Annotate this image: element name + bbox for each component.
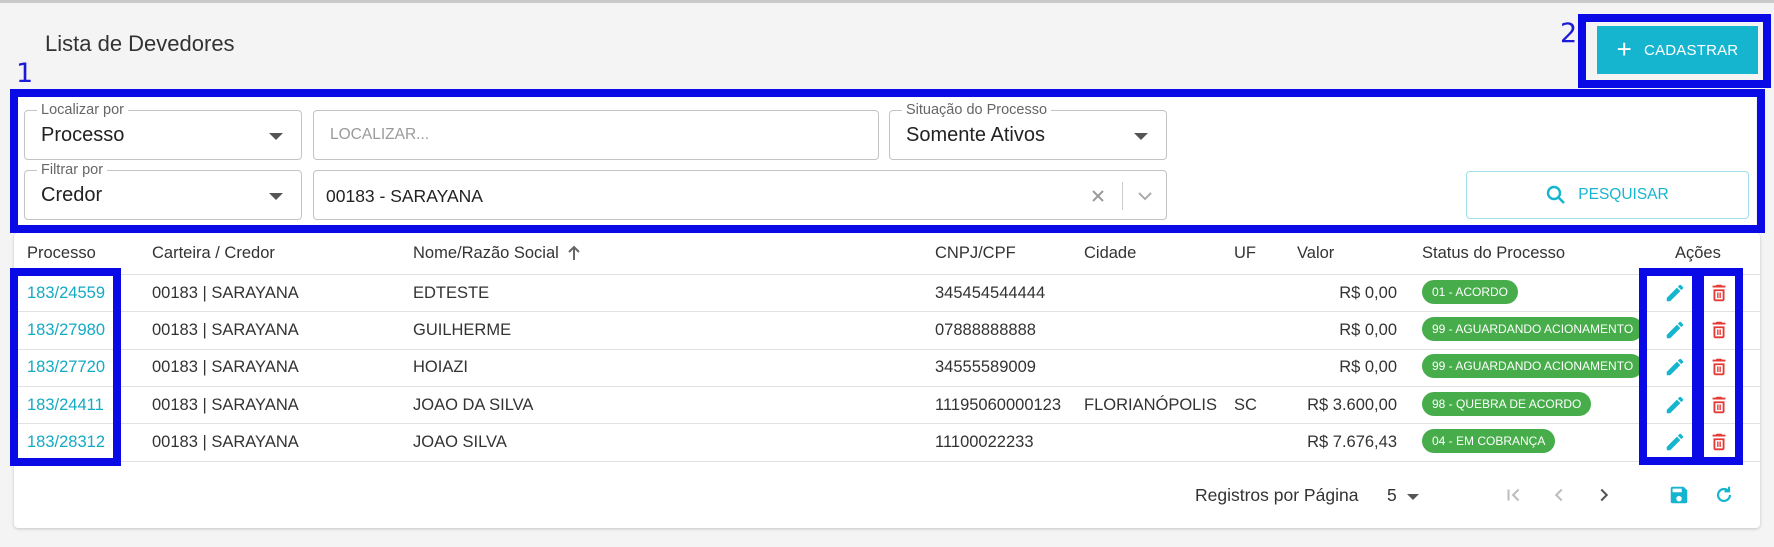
header-nome[interactable]: Nome/Razão Social xyxy=(413,244,559,263)
header-processo[interactable]: Processo xyxy=(27,244,96,263)
rows-per-page-value: 5 xyxy=(1387,485,1397,505)
row-divider xyxy=(14,461,1760,462)
valor-cell: R$ 7.676,43 xyxy=(1307,433,1397,451)
nome-cell: JOAO SILVA xyxy=(413,433,507,451)
cnpj-cell: 34555589009 xyxy=(935,358,1036,376)
debtors-table xyxy=(14,233,1760,528)
status-badge: 04 - EM COBRANÇA xyxy=(1422,429,1556,453)
nome-cell: JOAO DA SILVA xyxy=(413,396,534,414)
carteira-cell: 00183 | SARAYANA xyxy=(152,284,299,302)
header-uf[interactable]: UF xyxy=(1234,244,1256,263)
annotation-box-1 xyxy=(10,89,1765,233)
nome-cell: HOIAZI xyxy=(413,358,469,376)
chevron-down-icon xyxy=(1407,494,1419,500)
header-status[interactable]: Status do Processo xyxy=(1422,244,1565,263)
nome-cell: EDTESTE xyxy=(413,284,490,302)
annotation-label-1: 1 xyxy=(16,58,34,89)
sort-arrow-up-icon[interactable] xyxy=(566,244,582,262)
valor-cell: R$ 3.600,00 xyxy=(1307,396,1397,414)
header-cnpj[interactable]: CNPJ/CPF xyxy=(935,244,1016,263)
row-divider xyxy=(14,423,1760,424)
top-divider xyxy=(0,0,1774,3)
nome-cell: GUILHERME xyxy=(413,321,512,339)
refresh-icon[interactable] xyxy=(1713,484,1735,506)
header-cidade[interactable]: Cidade xyxy=(1084,244,1136,263)
annotation-label-2: 2 xyxy=(1560,18,1578,49)
annotation-box-4 xyxy=(1696,268,1743,465)
annotation-box-5 xyxy=(10,268,121,466)
cnpj-cell: 07888888888 xyxy=(935,321,1036,339)
cidade-cell: FLORIANÓPOLIS xyxy=(1084,396,1217,414)
status-badge: 99 - AGUARDANDO ACIONAMENTO xyxy=(1422,317,1644,341)
cnpj-cell: 345454544444 xyxy=(935,284,1046,302)
status-badge: 99 - AGUARDANDO ACIONAMENTO xyxy=(1422,354,1644,378)
valor-cell: R$ 0,00 xyxy=(1339,358,1397,376)
rows-per-page-label: Registros por Página xyxy=(1195,485,1359,505)
carteira-cell: 00183 | SARAYANA xyxy=(152,321,299,339)
status-badge: 98 - QUEBRA DE ACORDO xyxy=(1422,392,1592,416)
uf-cell: SC xyxy=(1234,396,1257,414)
carteira-cell: 00183 | SARAYANA xyxy=(152,433,299,451)
status-badge: 01 - ACORDO xyxy=(1422,280,1519,304)
first-page-icon[interactable] xyxy=(1503,484,1525,506)
cnpj-cell: 11100022233 xyxy=(935,433,1034,451)
valor-cell: R$ 0,00 xyxy=(1339,284,1397,302)
header-valor[interactable]: Valor xyxy=(1297,244,1334,263)
prev-page-icon[interactable] xyxy=(1548,484,1570,506)
save-icon[interactable] xyxy=(1668,484,1690,506)
page-title: Lista de Devedores xyxy=(45,31,235,56)
header-acoes: Ações xyxy=(1675,244,1721,262)
next-page-icon[interactable] xyxy=(1593,484,1615,506)
row-divider xyxy=(14,274,1760,275)
carteira-cell: 00183 | SARAYANA xyxy=(152,358,299,376)
row-divider xyxy=(14,311,1760,312)
row-divider xyxy=(14,349,1760,350)
annotation-box-3 xyxy=(1639,268,1700,465)
carteira-cell: 00183 | SARAYANA xyxy=(152,396,299,414)
header-carteira[interactable]: Carteira / Credor xyxy=(152,244,275,263)
valor-cell: R$ 0,00 xyxy=(1339,321,1397,339)
annotation-box-2 xyxy=(1578,14,1771,88)
cnpj-cell: 11195060000123 xyxy=(935,396,1062,414)
row-divider xyxy=(14,386,1760,387)
rows-per-page-select[interactable]: 5 xyxy=(1385,484,1421,508)
